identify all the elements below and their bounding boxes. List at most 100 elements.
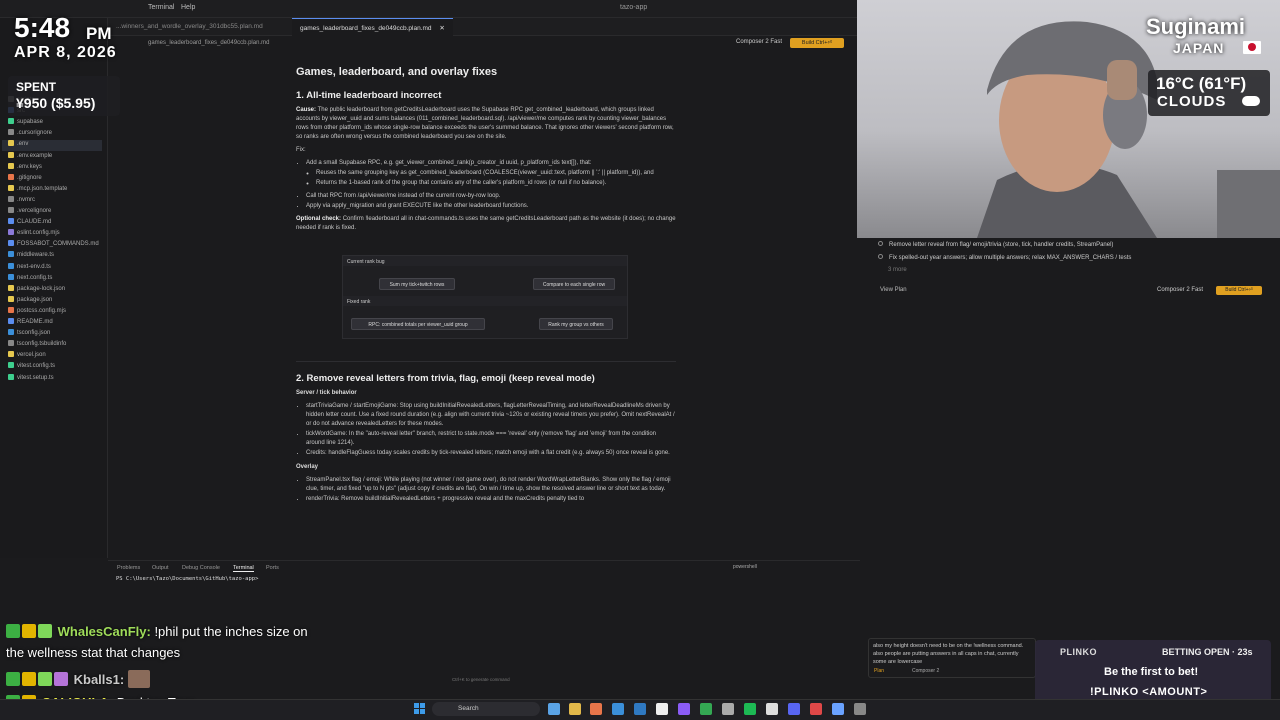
sidebar-item[interactable]: .mcp.json.template (8, 184, 68, 196)
list-item: Add a small Supabase RPC, e.g. get_viewe… (306, 159, 676, 168)
todo-more[interactable]: 3 more (888, 267, 907, 273)
server-list: startTriviaGame / startEmojiGame: Stop u… (306, 402, 676, 458)
app-icon[interactable] (678, 703, 690, 715)
tab-plan-leaderboard[interactable]: games_leaderboard_fixes_de049ccb.plan.md… (292, 18, 453, 36)
tab-terminal[interactable]: Terminal (233, 565, 254, 572)
weather-condition: CLOUDS (1157, 93, 1227, 110)
chrome-icon[interactable] (700, 703, 712, 715)
sidebar-item[interactable]: .env.example (8, 151, 53, 163)
sidebar-item[interactable]: .cursorignore (8, 129, 52, 140)
sidebar-item-label: .cursorignore (17, 130, 53, 137)
list-item: Credits: handleFlagGuess today scales cr… (306, 449, 676, 458)
sidebar-item[interactable]: .nvmrc (8, 195, 35, 207)
sidebar-item[interactable]: .env (2, 140, 102, 152)
title-bar: Terminal Help (0, 0, 860, 18)
app-icon[interactable] (612, 703, 624, 715)
mode-select[interactable]: Plan (874, 668, 884, 674)
sidebar-item[interactable]: package.json (8, 295, 53, 307)
app-icon[interactable] (722, 703, 734, 715)
file-icon (8, 295, 14, 302)
browser-icon[interactable] (590, 703, 602, 715)
tab-plan-winners[interactable]: ...winners_and_wordle_overlay_301dbc55.p… (108, 18, 288, 36)
sidebar-item[interactable]: CLAUDE.md (8, 218, 51, 229)
terminal-prompt[interactable]: PS C:\Users\Tazo\Documents\GitHub\tazo-a… (116, 576, 258, 582)
build-button[interactable]: Build Ctrl+⏎ (790, 38, 844, 48)
subheading-server: Server / tick behavior (296, 390, 357, 396)
sidebar-item[interactable]: tsconfig.json (8, 329, 50, 340)
chat-message: Kballs1: (6, 670, 152, 688)
build-button[interactable]: Build Ctrl+⏎ (1216, 286, 1262, 295)
sidebar-item-label: .mcp.json.template (17, 185, 68, 192)
todo-item[interactable]: Fix spelled-out year answers; allow mult… (878, 254, 1131, 261)
chat-message-continued: the wellness stat that changes (6, 645, 180, 660)
composer-model-select[interactable]: Composer 2 Fast (736, 39, 782, 45)
file-explorer-icon[interactable] (569, 703, 581, 715)
sidebar-item[interactable]: .vercelignore (8, 207, 51, 218)
sidebar-item[interactable]: supabase (8, 118, 43, 129)
sidebar-item-label: package.json (17, 296, 53, 303)
close-icon[interactable]: ✕ (439, 25, 444, 32)
sidebar-item[interactable]: package-lock.json (8, 284, 65, 296)
xbox-icon[interactable] (744, 703, 756, 715)
sidebar-item-label: .env.example (17, 152, 53, 159)
sidebar-item-label: supabase (17, 119, 44, 126)
tab-ports[interactable]: Ports (266, 565, 279, 571)
cause-label: Cause: (296, 107, 317, 113)
sidebar-item[interactable]: .gitignore (8, 173, 42, 185)
agent-chat-input[interactable]: also my height doesn't need to be on the… (868, 638, 1036, 678)
diagram-node: Compare to each single row (533, 278, 615, 290)
sidebar-item[interactable]: next.config.ts (8, 273, 52, 285)
chat-username: Kballs1: (73, 672, 125, 687)
plinko-title: PLINKO (1060, 647, 1098, 657)
sidebar-item[interactable]: middleware.ts (8, 251, 54, 262)
list-item: startTriviaGame / startEmojiGame: Stop u… (306, 402, 676, 429)
optional-check: Optional check: Confirm !leaderboard all… (296, 215, 676, 233)
weather-temp: 16°C (61°F) (1156, 74, 1247, 93)
app-icon[interactable] (832, 703, 844, 715)
plinko-status: BETTING OPEN · 23s (1162, 647, 1253, 657)
cloud-icon (1242, 96, 1260, 106)
sidebar-item[interactable]: next-env.d.ts (8, 262, 51, 274)
sidebar-item-label: eslint.config.mjs (17, 230, 60, 237)
sidebar-item[interactable]: README.md (8, 318, 53, 329)
sidebar-item[interactable]: eslint.config.mjs (8, 229, 60, 240)
gift-icon (54, 672, 68, 686)
app-icon[interactable] (766, 703, 778, 715)
app-title: tazo-app (620, 4, 648, 11)
composer-model-select[interactable]: Composer 2 Fast (1157, 287, 1203, 293)
shell-selector[interactable]: powershell (733, 564, 757, 570)
sidebar-item[interactable]: postcss.config.mjs (8, 306, 66, 318)
sidebar-item[interactable]: vitest.config.ts (8, 362, 55, 373)
tab-debug-console[interactable]: Debug Console (182, 565, 220, 571)
menu-help[interactable]: Help (181, 4, 195, 11)
view-plan-link[interactable]: View Plan (880, 287, 907, 293)
optional-label: Optional check: (296, 216, 342, 222)
windows-start-icon[interactable] (414, 703, 426, 715)
chat-message: WhalesCanFly: !phil put the inches size … (6, 624, 308, 639)
sidebar-item[interactable]: tsconfig.tsbuildinfo (8, 340, 66, 351)
sidebar-item[interactable]: .env.keys (8, 162, 42, 174)
file-icon (8, 129, 14, 136)
todo-checkbox-icon[interactable] (878, 254, 883, 259)
cursor-icon[interactable] (656, 703, 668, 715)
tab-output[interactable]: Output (152, 565, 169, 571)
sidebar-item[interactable]: vercel.json (8, 351, 46, 362)
list-item: Apply via apply_migration and grant EXEC… (306, 202, 676, 211)
vscode-icon[interactable] (634, 703, 646, 715)
sidebar-item[interactable]: vitest.setup.ts (8, 373, 54, 385)
section-1-heading: 1. All-time leaderboard incorrect (296, 90, 442, 101)
todo-item[interactable]: Remove letter reveal from flag/ emoji/tr… (878, 241, 1113, 248)
sidebar-item[interactable]: FOSSABOT_COMMANDS.md (8, 240, 99, 251)
app-icon[interactable] (810, 703, 822, 715)
file-icon (8, 362, 14, 369)
todo-checkbox-icon[interactable] (878, 241, 883, 246)
taskbar-search[interactable]: Search (432, 702, 540, 716)
tab-problems[interactable]: Problems (117, 565, 140, 571)
settings-icon[interactable] (854, 703, 866, 715)
menu-terminal[interactable]: Terminal (148, 4, 174, 11)
model-select[interactable]: Composer 2 (912, 668, 939, 674)
discord-icon[interactable] (788, 703, 800, 715)
location-city: Suginami (1146, 14, 1246, 39)
task-view-icon[interactable] (548, 703, 560, 715)
file-icon (8, 195, 14, 202)
